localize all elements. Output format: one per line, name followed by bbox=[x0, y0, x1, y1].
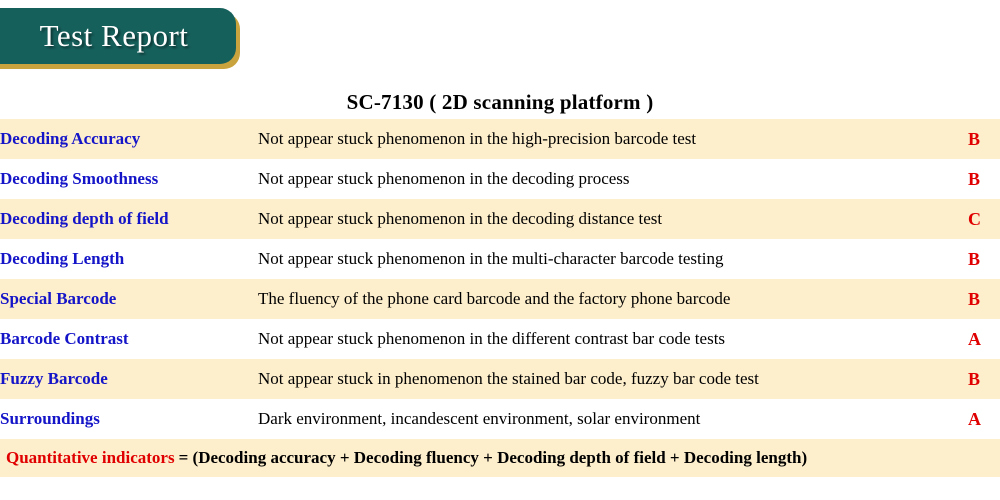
test-item-description: Not appear stuck phenomenon in the diffe… bbox=[258, 329, 726, 348]
page-title: SC-7130 ( 2D scanning platform ) bbox=[346, 90, 654, 114]
table-row: Decoding Accuracy Not appear stuck phenom… bbox=[0, 119, 1000, 159]
test-item-grade: B bbox=[968, 368, 981, 389]
test-results-body: Decoding Accuracy Not appear stuck phenom… bbox=[0, 119, 1000, 439]
table-row: Barcode Contrast Not appear stuck phenome… bbox=[0, 319, 1000, 359]
test-results-table: Decoding Accuracy Not appear stuck phenom… bbox=[0, 119, 1000, 439]
test-item-description: The fluency of the phone card barcode an… bbox=[258, 289, 731, 308]
test-item-description: Not appear stuck phenomenon in the high-… bbox=[258, 129, 697, 148]
title-banner: Test Report bbox=[0, 0, 1000, 90]
test-item-description: Not appear stuck phenomenon in the decod… bbox=[258, 209, 663, 228]
quantitative-indicators-label: Quantitative indicators bbox=[6, 448, 175, 467]
test-item-grade: A bbox=[968, 328, 981, 349]
table-row: Decoding Smoothness Not appear stuck phen… bbox=[0, 159, 1000, 199]
table-row: Special Barcode The fluency of the phone … bbox=[0, 279, 1000, 319]
test-item-name: Fuzzy Barcode bbox=[0, 369, 108, 388]
banner-body: Test Report bbox=[0, 8, 236, 64]
table-row: Surroundings Dark environment, incandesce… bbox=[0, 399, 1000, 439]
test-item-grade: B bbox=[968, 168, 981, 189]
quantitative-indicators-row: Quantitative indicators = (Decoding accu… bbox=[0, 439, 1000, 477]
test-item-description: Not appear stuck in phenomenon the stain… bbox=[258, 369, 759, 388]
test-item-name: Surroundings bbox=[0, 409, 100, 428]
quantitative-indicators-formula: = (Decoding accuracy + Decoding fluency … bbox=[178, 448, 808, 467]
test-item-name: Special Barcode bbox=[0, 289, 117, 308]
test-item-grade: B bbox=[968, 128, 981, 149]
test-item-name: Decoding Smoothness bbox=[0, 169, 159, 188]
test-item-name: Decoding Length bbox=[0, 249, 125, 268]
table-row: Fuzzy Barcode Not appear stuck in phenome… bbox=[0, 359, 1000, 399]
banner-title-text: Test Report bbox=[39, 18, 189, 53]
test-item-grade: B bbox=[968, 248, 981, 269]
test-item-grade: A bbox=[968, 408, 981, 429]
test-item-name: Decoding Accuracy bbox=[0, 129, 141, 148]
test-item-description: Not appear stuck phenomenon in the multi… bbox=[258, 249, 724, 268]
table-row: Decoding depth of field Not appear stuck … bbox=[0, 199, 1000, 239]
test-item-name: Decoding depth of field bbox=[0, 209, 169, 228]
test-item-grade: B bbox=[968, 288, 981, 309]
test-item-name: Barcode Contrast bbox=[0, 329, 129, 348]
test-item-grade: C bbox=[968, 208, 981, 229]
test-item-description: Dark environment, incandescent environme… bbox=[258, 409, 701, 428]
test-item-description: Not appear stuck phenomenon in the decod… bbox=[258, 169, 630, 188]
table-row: Decoding Length Not appear stuck phenomen… bbox=[0, 239, 1000, 279]
